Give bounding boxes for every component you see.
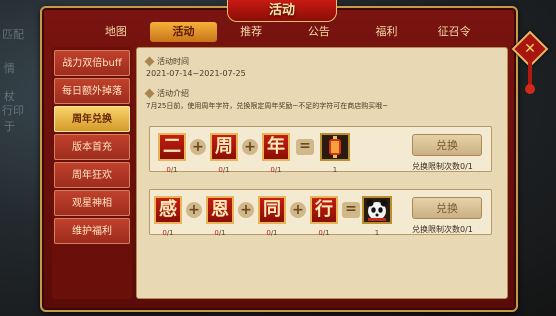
content-panel: 活动时间 2021-07-14~2021-07-25 活动介绍 7月25日前，使… [136, 47, 508, 299]
plus-icon: + [190, 139, 206, 155]
sidebar-item-extra-drop[interactable]: 每日额外掉落 [54, 78, 130, 104]
tab-activity[interactable]: 活动 [149, 22, 218, 42]
char-count: 0/1 [266, 229, 278, 237]
exchange-row: 二 + 周 + 年 = 0/1 0/1 0/1 1 兑换 兑换限制次数0/1 [149, 126, 492, 174]
exchange-button[interactable]: 兑换 [412, 134, 482, 156]
sidebar-item-anniversary-carnival[interactable]: 周年狂欢 [54, 162, 130, 188]
panel-title: 活动 [227, 0, 337, 22]
char-item: 感 [154, 196, 182, 224]
tab-map[interactable]: 地图 [82, 22, 150, 42]
char-item: 行 [310, 196, 338, 224]
bullet-icon [144, 56, 155, 67]
char-item: 年 [262, 133, 290, 161]
sidebar-item-maintenance-welfare[interactable]: 维护福利 [54, 218, 130, 244]
exchange-limit: 兑换限制次数0/1 [412, 225, 473, 234]
time-value: 2021-07-14~2021-07-25 [146, 69, 246, 78]
exchange-button[interactable]: 兑换 [412, 197, 482, 219]
background-text: 于 [4, 120, 15, 133]
intro-label: 活动介绍 [157, 89, 189, 98]
char-item: 二 [158, 133, 186, 161]
tab-recruit[interactable]: 征召令 [420, 22, 488, 42]
plus-icon: + [290, 202, 306, 218]
lantern-reward-icon[interactable] [320, 133, 350, 161]
char-item: 周 [210, 133, 238, 161]
equals-icon: = [296, 139, 314, 155]
exchange-limit: 兑换限制次数0/1 [412, 162, 473, 171]
sidebar-item-stargazing[interactable]: 观星神相 [54, 190, 130, 216]
plus-icon: + [242, 139, 258, 155]
char-item: 恩 [206, 196, 234, 224]
reward-count: 1 [374, 229, 380, 237]
plus-icon: + [186, 202, 202, 218]
background-text: 匹配 [2, 28, 24, 41]
tassel-decoration [528, 62, 532, 86]
equals-icon: = [342, 202, 360, 218]
bullet-icon [144, 88, 155, 99]
char-count: 0/1 [166, 166, 178, 174]
exchange-row: 感 + 恩 + 同 + 行 = 0/1 0/1 0/1 0/1 1 兑换 兑换限… [149, 189, 492, 237]
background-text: 情 [4, 62, 15, 75]
intro-text: 7月25日前，使用周年字符，兑换限定周年奖励~不足的字符可在商店购买哦~ [146, 102, 389, 110]
char-count: 0/1 [218, 166, 230, 174]
char-item: 同 [258, 196, 286, 224]
plus-icon: + [238, 202, 254, 218]
panda-reward-icon[interactable] [362, 196, 392, 224]
tab-announcement[interactable]: 公告 [285, 22, 353, 42]
background-text: 行印 [2, 104, 24, 117]
char-count: 0/1 [162, 229, 174, 237]
sidebar-item-anniversary-exchange[interactable]: 周年兑换 [54, 106, 130, 132]
reward-count: 1 [332, 166, 338, 174]
tab-welfare[interactable]: 福利 [353, 22, 421, 42]
char-count: 0/1 [214, 229, 226, 237]
char-count: 0/1 [318, 229, 330, 237]
tab-recommend[interactable]: 推荐 [217, 22, 285, 42]
game-screen: 匹配 情 杖 行印 于 活动 ✕ 地图 活动 推荐 公告 福利 征召令 战力双倍… [0, 0, 556, 316]
close-icon: ✕ [524, 41, 536, 57]
time-label: 活动时间 [157, 57, 189, 66]
sidebar-item-double-buff[interactable]: 战力双倍buff [54, 50, 130, 76]
tassel-decoration [525, 84, 535, 94]
tab-bar: 地图 活动 推荐 公告 福利 征召令 [82, 22, 488, 42]
char-count: 0/1 [270, 166, 282, 174]
activity-sidebar: 战力双倍buff 每日额外掉落 周年兑换 版本首充 周年狂欢 观星神相 维护福利 [52, 47, 132, 299]
sidebar-item-first-charge[interactable]: 版本首充 [54, 134, 130, 160]
